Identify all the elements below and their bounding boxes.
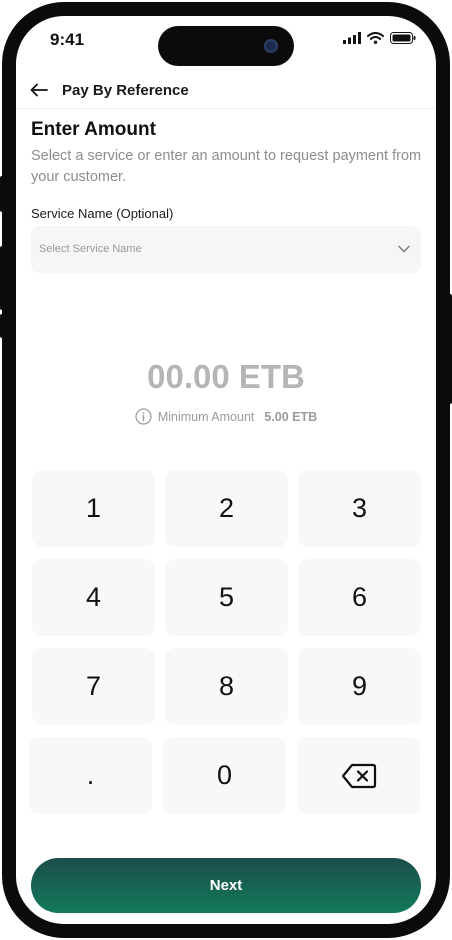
keypad-key-0[interactable]: 0 — [163, 737, 286, 814]
backspace-icon — [341, 763, 376, 788]
service-name-placeholder: Select Service Name — [39, 243, 142, 255]
nav-title: Pay By Reference — [62, 81, 189, 99]
keypad-key-7[interactable]: 7 — [32, 648, 155, 725]
keypad-key-5[interactable]: 5 — [165, 559, 288, 636]
service-name-select[interactable]: Select Service Name — [31, 226, 421, 273]
battery-icon — [390, 32, 416, 44]
keypad-key-3[interactable]: 3 — [298, 470, 421, 547]
side-button — [0, 314, 6, 338]
back-arrow-icon[interactable] — [30, 83, 48, 97]
amount-display: 00.00 ETB — [147, 358, 305, 395]
camera-icon — [264, 39, 278, 53]
nav-divider — [16, 108, 436, 109]
keypad-key-1[interactable]: 1 — [32, 470, 155, 547]
keypad-key-decimal[interactable]: . — [29, 737, 152, 814]
service-name-label: Service Name (Optional) — [31, 206, 174, 221]
minimum-amount-label: Minimum Amount — [157, 409, 255, 424]
page-title: Enter Amount — [31, 119, 156, 140]
signal-icon — [343, 32, 361, 44]
page-subtitle: Select a service or enter an amount to r… — [31, 148, 422, 185]
side-button — [0, 246, 6, 310]
keypad-key-2[interactable]: 2 — [165, 470, 288, 547]
info-icon — [135, 408, 152, 425]
minimum-amount-value: 5.00 ETB — [264, 409, 318, 424]
keypad-key-8[interactable]: 8 — [165, 648, 288, 725]
keypad-key-6[interactable]: 6 — [298, 559, 421, 636]
dynamic-island — [158, 26, 294, 66]
keypad-backspace-button[interactable] — [297, 737, 420, 814]
keypad-key-9[interactable]: 9 — [298, 648, 421, 725]
status-time: 9:41 — [50, 30, 85, 49]
minimum-amount-note: Minimum Amount 5.00 ETB — [0, 408, 452, 425]
side-button — [0, 176, 6, 212]
status-bar: 9:41 — [16, 16, 436, 72]
wifi-icon — [367, 32, 384, 44]
chevron-down-icon — [398, 245, 410, 253]
keypad-key-4[interactable]: 4 — [32, 559, 155, 636]
status-icons — [343, 32, 416, 44]
nav-bar: Pay By Reference — [30, 76, 189, 104]
next-button[interactable]: Next — [31, 858, 421, 913]
